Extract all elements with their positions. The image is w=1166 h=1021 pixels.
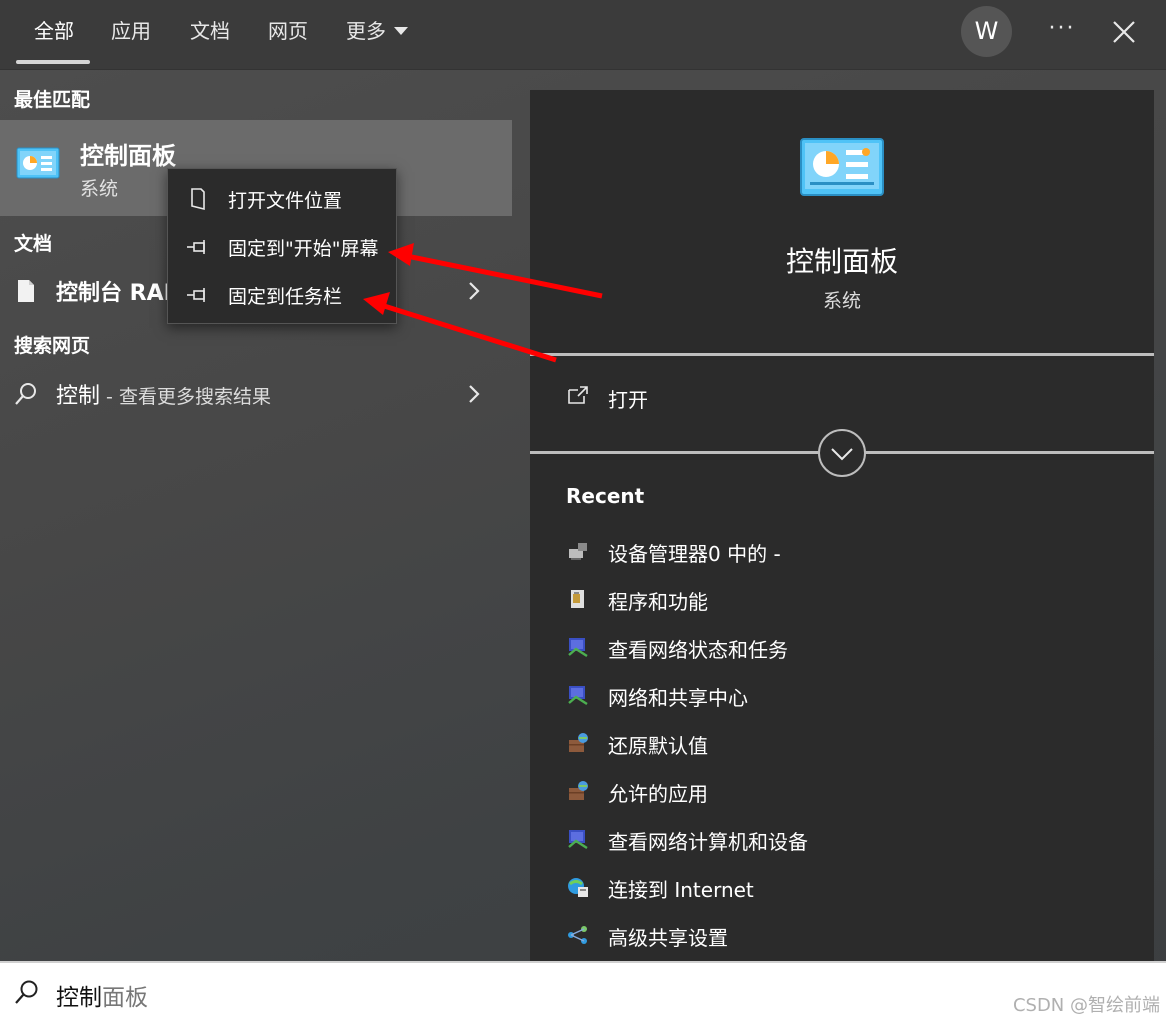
open-label: 打开 — [608, 388, 648, 412]
pin-icon — [187, 288, 205, 302]
open-action[interactable]: 打开 — [530, 372, 1154, 422]
recent-item-label: 网络和共享中心 — [608, 686, 748, 710]
internet-icon — [568, 878, 588, 897]
recent-item-label: 查看网络计算机和设备 — [608, 830, 808, 854]
recent-item-label: 程序和功能 — [608, 590, 708, 614]
menu-item-open-file-location[interactable]: 打开文件位置 — [168, 175, 396, 221]
search-icon — [15, 980, 38, 1004]
preview-title: 控制面板 — [785, 245, 898, 278]
tab-web-label: 网页 — [268, 19, 308, 43]
tab-apps-label: 应用 — [111, 19, 151, 43]
tab-web[interactable]: 网页 — [268, 16, 308, 50]
search-input[interactable]: 控制面板 — [56, 978, 148, 1012]
tab-documents[interactable]: 文档 — [190, 16, 230, 50]
account-avatar[interactable]: W — [961, 6, 1012, 57]
firewall-icon — [569, 781, 588, 800]
network-icon — [568, 686, 588, 706]
file-location-icon — [191, 188, 205, 211]
divider — [530, 353, 1154, 356]
recent-item[interactable]: 程序和功能 — [530, 578, 1154, 626]
preview-subtitle: 系统 — [822, 290, 861, 312]
best-match-subtitle: 系统 — [80, 178, 119, 200]
tab-more[interactable]: 更多 — [346, 16, 408, 50]
recent-item[interactable]: 高级共享设置 — [530, 914, 1154, 962]
avatar-initial: W — [974, 17, 999, 45]
menu-item-label: 打开文件位置 — [228, 190, 343, 212]
document-result-label: 控制台 RAI — [56, 281, 172, 306]
network-icon — [568, 830, 588, 850]
recent-item-label: 查看网络状态和任务 — [608, 638, 788, 662]
programs-icon — [571, 590, 584, 608]
best-match-title: 控制面板 — [80, 142, 176, 170]
pin-icon — [187, 240, 205, 254]
menu-item-pin-to-start[interactable]: 固定到"开始"屏幕 — [168, 223, 396, 269]
chevron-right-icon[interactable] — [466, 382, 482, 406]
document-icon — [18, 280, 34, 302]
recent-item-label: 设备管理器0 中的 - — [608, 542, 781, 566]
tab-all[interactable]: 全部 — [34, 16, 74, 50]
search-bar[interactable]: 控制面板 CSDN @智绘前端 — [0, 961, 1166, 1021]
watermark: CSDN @智绘前端 — [1012, 995, 1160, 1016]
firewall-icon — [569, 733, 588, 752]
recent-item-label: 允许的应用 — [608, 782, 708, 806]
open-external-icon — [568, 386, 588, 404]
best-match-heading: 最佳匹配 — [14, 89, 91, 111]
tab-more-label: 更多 — [346, 19, 386, 43]
recent-heading: Recent — [566, 484, 645, 508]
recent-item-label: 高级共享设置 — [608, 926, 728, 950]
recent-item-label: 连接到 Internet — [608, 878, 754, 902]
filter-tab-bar: 全部 应用 文档 网页 更多 W ··· — [0, 0, 1166, 70]
web-search-item[interactable]: 控制 - 查看更多搜索结果 — [0, 370, 512, 418]
control-panel-icon — [16, 147, 60, 179]
preview-pane: 控制面板 系统 打开 Recent 设备管理器0 中的 - 程序和功能查看网络状态… — [530, 90, 1154, 961]
recent-item[interactable]: 允许的应用 — [530, 770, 1154, 818]
sharing-icon — [568, 926, 587, 944]
search-web-heading: 搜索网页 — [14, 335, 91, 357]
documents-heading: 文档 — [14, 233, 53, 255]
recent-item[interactable]: 连接到 Internet — [530, 866, 1154, 914]
tab-all-label: 全部 — [34, 19, 74, 43]
start-search-window: 全部 应用 文档 网页 更多 W ··· 最佳匹配 控制面板 系统 文档 控制台… — [0, 0, 1166, 1021]
expand-button[interactable] — [818, 429, 866, 477]
recent-item[interactable]: 还原默认值 — [530, 722, 1154, 770]
device-manager-icon — [569, 543, 587, 560]
active-tab-indicator — [16, 60, 90, 64]
recent-item[interactable]: 设备管理器0 中的 - — [530, 530, 1154, 578]
more-options-icon: ··· — [1048, 16, 1076, 41]
tab-documents-label: 文档 — [190, 19, 230, 43]
chevron-down-icon — [394, 27, 408, 35]
chevron-right-icon[interactable] — [466, 279, 482, 303]
chevron-down-icon — [831, 448, 853, 461]
context-menu: 打开文件位置 固定到"开始"屏幕 固定到任务栏 — [167, 168, 397, 324]
more-options-button[interactable]: ··· — [1040, 14, 1084, 50]
close-icon[interactable] — [1110, 18, 1138, 46]
menu-item-label: 固定到"开始"屏幕 — [228, 238, 379, 260]
web-search-label: 控制 - 查看更多搜索结果 — [56, 384, 271, 409]
recent-item[interactable]: 查看网络状态和任务 — [530, 626, 1154, 674]
control-panel-icon — [800, 138, 884, 196]
menu-item-pin-to-taskbar[interactable]: 固定到任务栏 — [168, 271, 396, 317]
menu-item-label: 固定到任务栏 — [228, 286, 343, 308]
network-icon — [568, 638, 588, 658]
tab-apps[interactable]: 应用 — [111, 16, 151, 50]
recent-item-label: 还原默认值 — [608, 734, 708, 758]
search-icon — [15, 383, 36, 405]
recent-item[interactable]: 网络和共享中心 — [530, 674, 1154, 722]
recent-item[interactable]: 查看网络计算机和设备 — [530, 818, 1154, 866]
